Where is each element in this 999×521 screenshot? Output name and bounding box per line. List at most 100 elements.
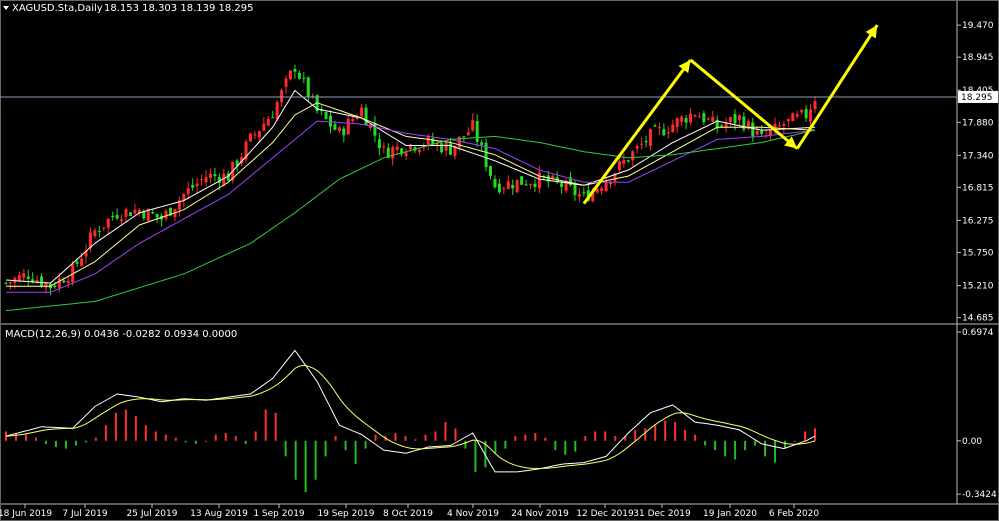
candle-body — [302, 77, 306, 79]
candle-body — [342, 128, 346, 136]
candle-body — [760, 130, 764, 134]
macd-histogram-bar — [794, 440, 797, 442]
x-tick-label: 12 Dec 2019 — [576, 509, 634, 519]
macd-histogram-bar — [24, 434, 27, 441]
chart-title: XAGUSD.Sta,Daily — [12, 3, 103, 14]
candle-body — [26, 276, 30, 279]
candle-body — [662, 129, 666, 136]
candle-body — [395, 146, 399, 150]
macd-y-tick-label: 0.6974 — [962, 328, 994, 338]
candle-body — [97, 231, 101, 233]
candle-body — [80, 258, 84, 266]
candle-body — [809, 109, 813, 122]
candle-body — [666, 132, 670, 134]
candle-body — [346, 118, 350, 135]
candle-body — [284, 78, 288, 87]
macd-histogram-bar — [314, 440, 317, 480]
macd-histogram-bar — [464, 440, 467, 449]
y-tick-label: 14.685 — [962, 314, 994, 324]
macd-histogram-bar — [174, 437, 177, 441]
candle-body — [35, 280, 39, 282]
candle-body — [706, 118, 710, 120]
candle-body — [266, 118, 270, 126]
macd-histogram-bar — [524, 434, 527, 441]
macd-signal-line — [5, 364, 816, 470]
candle-body — [493, 179, 497, 188]
macd-histogram-bar — [64, 440, 67, 449]
candle-body — [253, 134, 257, 136]
candle-body — [626, 160, 630, 162]
candle-body — [800, 109, 804, 113]
y-tick-label: 16.815 — [962, 183, 994, 193]
macd-histogram-bar — [444, 422, 447, 441]
candle-body — [57, 278, 61, 288]
x-tick-label: 31 Dec 2019 — [633, 509, 691, 519]
candle-body — [40, 276, 44, 287]
candle-body — [417, 149, 421, 152]
candle-body — [782, 124, 786, 126]
macd-histogram-bar — [324, 440, 327, 457]
candle-body — [88, 232, 92, 248]
candle-body — [8, 282, 12, 284]
candle-body — [75, 261, 79, 264]
candle-body — [53, 285, 57, 288]
candle-body — [271, 117, 275, 119]
candle-body — [440, 143, 444, 153]
candle-body — [355, 117, 359, 120]
macd-histogram-bar — [554, 440, 557, 451]
candle-body — [404, 152, 408, 156]
moving-average-line-2 — [6, 102, 816, 287]
candle-body — [111, 216, 115, 218]
candle-body — [689, 113, 693, 123]
candle-body — [337, 127, 341, 131]
macd-histogram-bar — [534, 432, 537, 441]
y-tick-label: 16.275 — [962, 216, 994, 226]
macd-histogram-bar — [674, 422, 677, 441]
candle-body — [133, 209, 137, 214]
candle-body — [653, 125, 657, 127]
macd-label: MACD(12,26,9) 0.0436 -0.0282 0.0934 0.00… — [5, 329, 238, 340]
candle-body — [791, 113, 795, 122]
candle-body — [391, 147, 395, 159]
macd-histogram-bar — [34, 437, 37, 441]
x-tick-label: 7 Jul 2019 — [62, 509, 107, 519]
candle-body — [62, 280, 66, 283]
candle-body — [502, 188, 506, 190]
candle-body — [506, 181, 510, 189]
ohlc-readout: 18.153 18.303 18.139 18.295 — [104, 3, 254, 14]
macd-histogram-bar — [754, 440, 757, 446]
macd-histogram-bar — [644, 428, 647, 441]
x-tick-label: 19 Jan 2020 — [703, 509, 757, 519]
candle-body — [191, 184, 195, 188]
candle-body — [333, 123, 337, 130]
candle-body — [489, 166, 493, 177]
candle-body — [360, 107, 364, 117]
macd-histogram-bar — [274, 412, 277, 441]
macd-histogram-bar — [414, 439, 417, 441]
candle-body — [275, 102, 279, 120]
candle-body — [120, 219, 124, 222]
macd-histogram-bar — [344, 440, 347, 451]
x-tick-label: 6 Feb 2020 — [769, 509, 820, 519]
candle-body — [769, 130, 773, 136]
candle-body — [351, 119, 355, 122]
macd-histogram-bar — [434, 431, 437, 441]
candle-body — [382, 146, 386, 148]
candle-body — [186, 188, 190, 195]
macd-histogram-bar — [814, 428, 816, 441]
candle-body — [511, 184, 515, 189]
macd-histogram-bar — [394, 432, 397, 441]
candle-body — [66, 280, 70, 284]
candle-body — [644, 141, 648, 143]
candle-body — [93, 230, 97, 237]
macd-y-tick-label: -0.3424 — [962, 490, 997, 500]
candle-body — [297, 72, 301, 79]
candle-body — [462, 136, 466, 138]
x-tick-label: 13 Aug 2019 — [190, 509, 248, 519]
candle-body — [720, 125, 724, 127]
candle-body — [631, 151, 635, 161]
candle-body — [657, 127, 661, 129]
x-tick-label: 19 Sep 2019 — [317, 509, 374, 519]
candle-body — [364, 107, 368, 126]
macd-histogram-bar — [424, 434, 427, 441]
